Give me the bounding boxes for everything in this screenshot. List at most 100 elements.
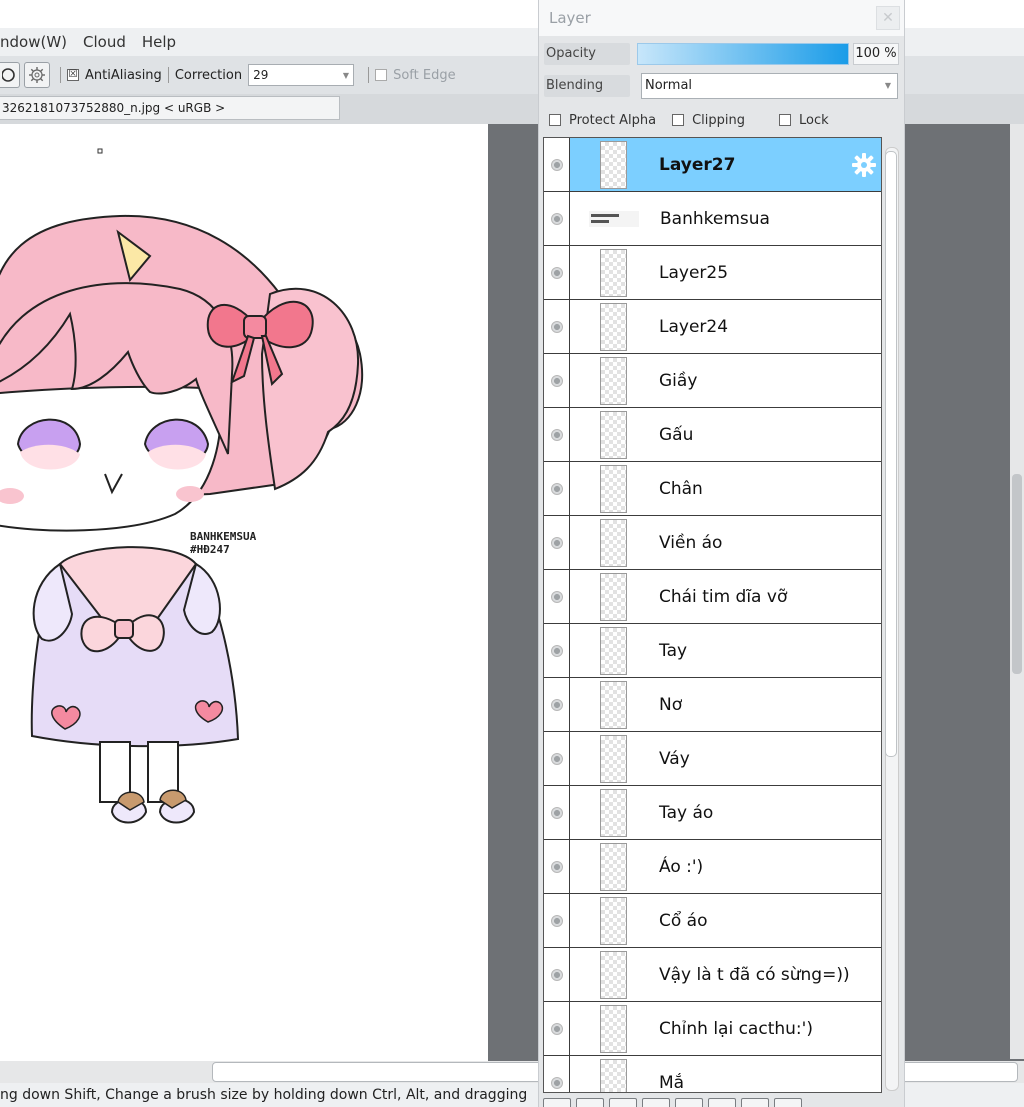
layer-name: Gấu (659, 424, 694, 445)
layer-row[interactable]: Nơ (544, 678, 881, 732)
layer-thumbnail (600, 1004, 627, 1053)
layer-item[interactable]: Giầy (570, 354, 881, 407)
layer-item[interactable]: Chỉnh lại cacthu:') (570, 1002, 881, 1055)
layer-row[interactable]: Giầy (544, 354, 881, 408)
layer-panel-header: Layer ✕ (539, 0, 904, 36)
copy-layer-button[interactable] (642, 1098, 670, 1107)
layer-item[interactable]: Tay áo (570, 786, 881, 839)
visibility-toggle[interactable] (544, 354, 570, 407)
layer-item[interactable]: Cổ áo (570, 894, 881, 947)
protect-alpha-checkbox[interactable] (549, 114, 561, 126)
layer-name: Chái tim dĩa vỡ (659, 586, 788, 607)
scrollbar-thumb[interactable] (885, 151, 897, 757)
visibility-toggle[interactable] (544, 624, 570, 677)
layer-row[interactable]: Layer27 (544, 138, 881, 192)
layer-item[interactable]: Banhkemsua (570, 192, 881, 245)
visibility-toggle[interactable] (544, 408, 570, 461)
visibility-toggle[interactable] (544, 138, 570, 191)
new-layer-button[interactable] (543, 1098, 571, 1107)
layer-row[interactable]: Banhkemsua (544, 192, 881, 246)
menu-window[interactable]: ndow(W) (0, 28, 75, 56)
visibility-toggle[interactable] (544, 894, 570, 947)
layer-thumbnail (600, 734, 627, 783)
visibility-toggle[interactable] (544, 462, 570, 515)
gear-icon[interactable] (851, 152, 877, 178)
visibility-toggle[interactable] (544, 948, 570, 1001)
layer-item[interactable]: Mắ (570, 1056, 881, 1092)
new-folder-button[interactable] (609, 1098, 637, 1107)
lasso-tool-button[interactable] (0, 62, 20, 88)
layer-item[interactable]: Váy (570, 732, 881, 785)
clear-layer-button[interactable] (741, 1098, 769, 1107)
chevron-down-icon: ▼ (342, 70, 350, 80)
opacity-value[interactable]: 100 % (853, 43, 899, 65)
layer-list-scrollbar[interactable] (882, 137, 902, 1093)
lock-checkbox[interactable] (778, 114, 791, 126)
canvas-vertical-scrollbar[interactable] (1010, 124, 1024, 1059)
visibility-toggle[interactable] (544, 840, 570, 893)
layer-item[interactable]: Viền áo (570, 516, 881, 569)
close-icon[interactable]: ✕ (876, 6, 900, 30)
layer-item[interactable]: Nơ (570, 678, 881, 731)
menu-help[interactable]: Help (134, 28, 184, 56)
layer-row[interactable]: Chân (544, 462, 881, 516)
brush-settings-button[interactable] (24, 62, 50, 88)
correction-select[interactable]: 29 ▼ (248, 64, 355, 86)
layer-item[interactable]: Layer27 (570, 138, 881, 191)
lock-option[interactable]: Lock (778, 113, 829, 128)
layer-item[interactable]: Layer24 (570, 300, 881, 353)
visibility-toggle[interactable] (544, 786, 570, 839)
clipping-checkbox[interactable] (672, 114, 685, 126)
layer-name: Tay (659, 640, 688, 661)
layer-row[interactable]: Layer25 (544, 246, 881, 300)
antialiasing-checkbox[interactable]: ☒ (67, 69, 79, 81)
visibility-toggle[interactable] (544, 1056, 570, 1092)
visibility-toggle[interactable] (544, 246, 570, 299)
opacity-slider[interactable] (637, 43, 849, 65)
soft-edge-checkbox[interactable] (375, 69, 388, 81)
layer-row[interactable]: Áo :') (544, 840, 881, 894)
document-tab[interactable]: 3262181073752880_n.jpg < uRGB > (0, 96, 340, 120)
layer-row[interactable]: Vậy là t đã có sừng=)) (544, 948, 881, 1002)
layer-item[interactable]: Áo :') (570, 840, 881, 893)
protect-alpha-option[interactable]: Protect Alpha (549, 113, 656, 128)
menu-cloud[interactable]: Cloud (75, 28, 134, 56)
layer-row[interactable]: Tay áo (544, 786, 881, 840)
layer-thumbnail (600, 572, 627, 621)
merge-layer-button[interactable] (708, 1098, 736, 1107)
layer-item[interactable]: Chân (570, 462, 881, 515)
visibility-toggle[interactable] (544, 516, 570, 569)
layer-item[interactable]: Chái tim dĩa vỡ (570, 570, 881, 623)
layer-row[interactable]: Váy (544, 732, 881, 786)
layer-name: Tay áo (659, 802, 714, 823)
visibility-toggle[interactable] (544, 732, 570, 785)
correction-value: 29 (253, 68, 269, 82)
layer-row[interactable]: Chỉnh lại cacthu:') (544, 1002, 881, 1056)
toolbar-separator (368, 67, 370, 83)
visibility-toggle[interactable] (544, 1002, 570, 1055)
layer-item[interactable]: Vậy là t đã có sừng=)) (570, 948, 881, 1001)
layer-row[interactable]: Viền áo (544, 516, 881, 570)
visibility-toggle[interactable] (544, 300, 570, 353)
layer-item[interactable]: Tay (570, 624, 881, 677)
layer-row[interactable]: Mắ (544, 1056, 881, 1092)
delete-layer-button[interactable] (774, 1098, 802, 1107)
layer-thumbnail (600, 950, 627, 999)
layer-row[interactable]: Gấu (544, 408, 881, 462)
layer-row[interactable]: Chái tim dĩa vỡ (544, 570, 881, 624)
blending-select[interactable]: Normal ▼ (641, 73, 898, 99)
layer-item[interactable]: Layer25 (570, 246, 881, 299)
eye-icon (550, 320, 563, 333)
visibility-toggle[interactable] (544, 570, 570, 623)
layer-row[interactable]: Layer24 (544, 300, 881, 354)
clipping-option[interactable]: Clipping (672, 113, 745, 128)
scrollbar-thumb[interactable] (1012, 474, 1022, 674)
visibility-toggle[interactable] (544, 192, 570, 245)
new-linework-layer-button[interactable] (576, 1098, 604, 1107)
visibility-toggle[interactable] (544, 678, 570, 731)
layer-item[interactable]: Gấu (570, 408, 881, 461)
transfer-layer-button[interactable] (675, 1098, 703, 1107)
eye-icon (550, 1022, 563, 1035)
layer-row[interactable]: Cổ áo (544, 894, 881, 948)
layer-row[interactable]: Tay (544, 624, 881, 678)
